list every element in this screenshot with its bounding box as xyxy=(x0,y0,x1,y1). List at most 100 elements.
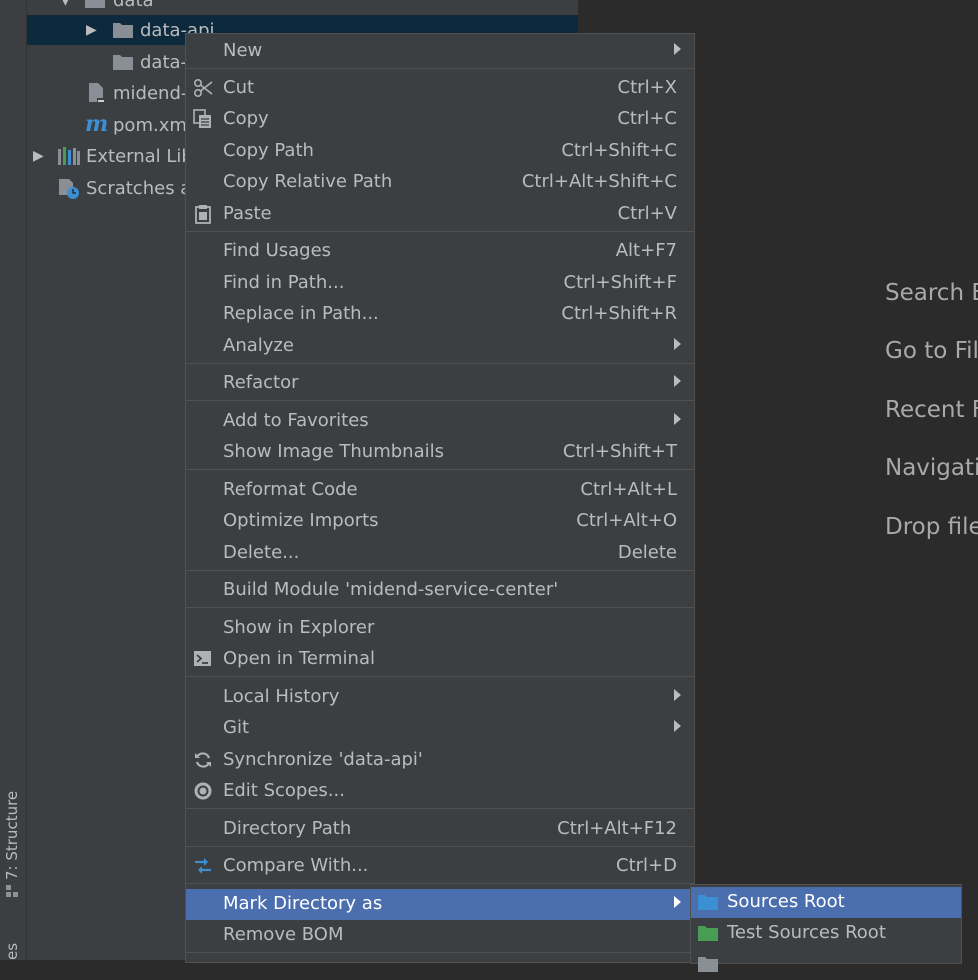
submenu-item-label: Sources Root xyxy=(727,891,845,912)
hint-go-to-file: Go to Fil xyxy=(885,338,978,364)
sync-icon xyxy=(195,752,211,768)
menu-item-label: Refactor xyxy=(223,372,299,393)
tree-label: External Lib xyxy=(86,145,193,167)
hint-search-everywhere: Search E xyxy=(885,280,978,306)
menu-separator xyxy=(186,676,694,677)
resources-root-folder-icon xyxy=(698,957,718,972)
menu-item-label: Find Usages xyxy=(223,240,332,261)
menu-item-show-image-thumbnails[interactable]: Show Image Thumbnails Ctrl+Shift+T xyxy=(186,437,694,468)
menu-item-label: Delete... xyxy=(223,542,300,563)
tree-label: Scratches ar xyxy=(86,177,199,199)
submenu-arrow-icon xyxy=(674,689,681,701)
menu-item-label: Copy Relative Path xyxy=(223,171,393,192)
menu-item-directory-path[interactable]: Directory Path Ctrl+Alt+F12 xyxy=(186,814,694,845)
hint-navigation-bar: Navigati xyxy=(885,455,978,481)
menu-separator xyxy=(186,607,694,608)
menu-item-label: Reformat Code xyxy=(223,479,358,500)
structure-icon xyxy=(6,885,18,897)
menu-item-add-to-favorites[interactable]: Add to Favorites xyxy=(186,406,694,437)
library-icon xyxy=(58,147,80,165)
menu-item-shortcut: Ctrl+Alt+L xyxy=(580,479,677,500)
chevron-right-icon[interactable]: ▶ xyxy=(33,148,44,164)
menu-separator xyxy=(186,883,694,884)
menu-item-optimize-imports[interactable]: Optimize Imports Ctrl+Alt+O xyxy=(186,506,694,537)
menu-item-replace-in-path[interactable]: Replace in Path... Ctrl+Shift+R xyxy=(186,299,694,330)
menu-item-reformat-code[interactable]: Reformat Code Ctrl+Alt+L xyxy=(186,475,694,506)
menu-item-copy[interactable]: Copy Ctrl+C xyxy=(186,104,694,135)
menu-separator xyxy=(186,846,694,847)
submenu-arrow-icon xyxy=(674,375,681,387)
menu-item-shortcut: Ctrl+D xyxy=(616,855,677,876)
bottom-tool-tab[interactable]: es xyxy=(3,935,23,960)
menu-item-label: Remove BOM xyxy=(223,924,344,945)
menu-item-shortcut: Ctrl+Shift+T xyxy=(562,441,677,462)
scratches-icon xyxy=(59,179,79,199)
mark-directory-submenu: Sources Root Test Sources Root xyxy=(690,884,962,972)
folder-icon xyxy=(113,23,133,38)
left-tool-stripe: 7: Structure es xyxy=(0,0,27,960)
submenu-arrow-icon xyxy=(674,43,681,55)
submenu-arrow-icon xyxy=(674,720,681,732)
context-menu: New Cut Ctrl+X Copy Ctrl+C Copy Path Ctr… xyxy=(185,33,695,963)
menu-item-compare-with[interactable]: Compare With... Ctrl+D xyxy=(186,851,694,882)
menu-item-remove-bom[interactable]: Remove BOM xyxy=(186,920,694,951)
menu-item-copy-path[interactable]: Copy Path Ctrl+Shift+C xyxy=(186,136,694,167)
menu-item-paste[interactable]: Paste Ctrl+V xyxy=(186,199,694,230)
menu-item-delete[interactable]: Delete... Delete xyxy=(186,538,694,569)
menu-item-edit-scopes[interactable]: Edit Scopes... xyxy=(186,776,694,807)
menu-item-analyze[interactable]: Analyze xyxy=(186,331,694,362)
submenu-item-sources-root[interactable]: Sources Root xyxy=(691,887,961,918)
menu-item-mark-directory-as[interactable]: Mark Directory as xyxy=(186,889,694,920)
menu-item-shortcut: Ctrl+C xyxy=(617,108,677,129)
menu-item-shortcut: Ctrl+Shift+R xyxy=(561,303,677,324)
submenu-arrow-icon xyxy=(674,338,681,350)
submenu-item-partial[interactable] xyxy=(691,949,961,980)
submenu-item-label: Test Sources Root xyxy=(727,922,886,943)
tree-label: data- xyxy=(140,51,188,73)
scopes-icon xyxy=(194,782,212,800)
maven-icon: m xyxy=(85,111,109,137)
menu-item-label: Open in Terminal xyxy=(223,648,375,669)
menu-item-build-module[interactable]: Build Module 'midend-service-center' xyxy=(186,575,694,606)
scissors-icon xyxy=(193,78,213,98)
menu-item-git[interactable]: Git xyxy=(186,713,694,744)
menu-item-synchronize[interactable]: Synchronize 'data-api' xyxy=(186,745,694,776)
menu-item-shortcut: Ctrl+Alt+Shift+C xyxy=(521,171,677,192)
tree-row-data[interactable]: ▼ data xyxy=(27,0,578,15)
menu-separator xyxy=(186,952,694,953)
menu-item-refactor[interactable]: Refactor xyxy=(186,368,694,399)
chevron-right-icon[interactable]: ▶ xyxy=(86,22,97,38)
chevron-down-icon[interactable]: ▼ xyxy=(60,0,71,8)
menu-item-local-history[interactable]: Local History xyxy=(186,682,694,713)
menu-item-open-in-terminal[interactable]: Open in Terminal xyxy=(186,644,694,675)
menu-separator xyxy=(186,570,694,571)
tree-label: midend- xyxy=(113,82,188,104)
menu-item-shortcut: Ctrl+X xyxy=(617,77,677,98)
tree-label: data xyxy=(113,0,154,11)
folder-icon xyxy=(85,0,105,8)
menu-item-copy-relative-path[interactable]: Copy Relative Path Ctrl+Alt+Shift+C xyxy=(186,167,694,198)
menu-item-shortcut: Ctrl+V xyxy=(617,203,677,224)
menu-item-label: Optimize Imports xyxy=(223,510,379,531)
menu-item-label: Git xyxy=(223,717,250,738)
menu-item-find-usages[interactable]: Find Usages Alt+F7 xyxy=(186,236,694,267)
menu-separator xyxy=(186,400,694,401)
test-sources-root-folder-icon xyxy=(698,926,718,941)
submenu-item-test-sources-root[interactable]: Test Sources Root xyxy=(691,918,961,949)
iml-file-icon xyxy=(89,83,105,102)
menu-item-shortcut: Alt+F7 xyxy=(615,240,677,261)
menu-item-find-in-path[interactable]: Find in Path... Ctrl+Shift+F xyxy=(186,268,694,299)
menu-item-show-in-explorer[interactable]: Show in Explorer xyxy=(186,613,694,644)
menu-item-new[interactable]: New xyxy=(186,36,694,67)
menu-item-label: Cut xyxy=(223,77,255,98)
menu-item-shortcut: Delete xyxy=(617,542,677,563)
menu-item-label: Mark Directory as xyxy=(223,893,383,914)
menu-item-label: Synchronize 'data-api' xyxy=(223,749,423,770)
menu-item-label: Directory Path xyxy=(223,818,352,839)
menu-item-label: New xyxy=(223,40,263,61)
menu-item-cut[interactable]: Cut Ctrl+X xyxy=(186,73,694,104)
structure-tool-tab[interactable]: 7: Structure xyxy=(3,790,23,880)
menu-item-label: Replace in Path... xyxy=(223,303,379,324)
menu-item-label: Compare With... xyxy=(223,855,369,876)
menu-separator xyxy=(186,808,694,809)
